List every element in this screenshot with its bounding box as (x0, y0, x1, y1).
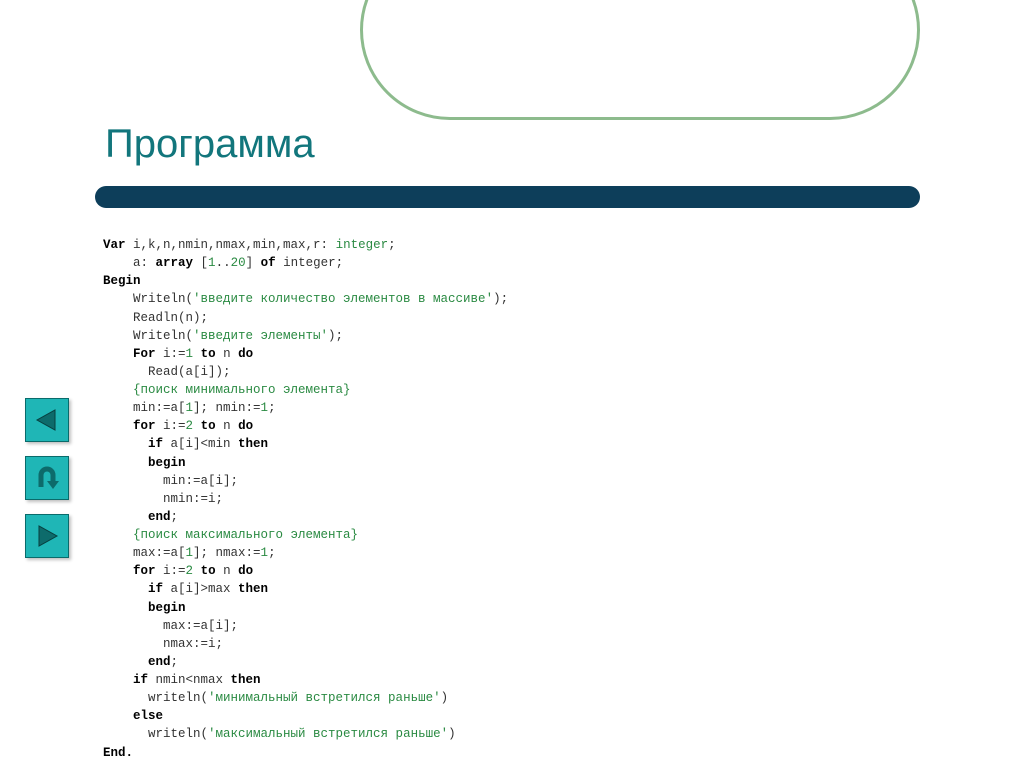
page-title: Программа (105, 122, 315, 167)
triangle-left-icon (33, 406, 61, 434)
kw-begin: Begin (103, 274, 141, 288)
prev-button[interactable] (25, 398, 69, 442)
title-divider (95, 186, 920, 208)
triangle-right-icon (33, 522, 61, 550)
decorative-arc (360, 0, 920, 120)
next-button[interactable] (25, 514, 69, 558)
return-button[interactable] (25, 456, 69, 500)
code-listing: Var i,k,n,nmin,nmax,min,max,r: integer; … (103, 236, 508, 762)
comment-min: {поиск минимального элемента} (103, 383, 351, 397)
comment-max: {поиск максимального элемента} (103, 528, 358, 542)
kw-var: Var (103, 238, 126, 252)
u-turn-icon (32, 463, 62, 493)
nav-button-group (25, 398, 69, 558)
kw-end: End. (103, 746, 133, 760)
